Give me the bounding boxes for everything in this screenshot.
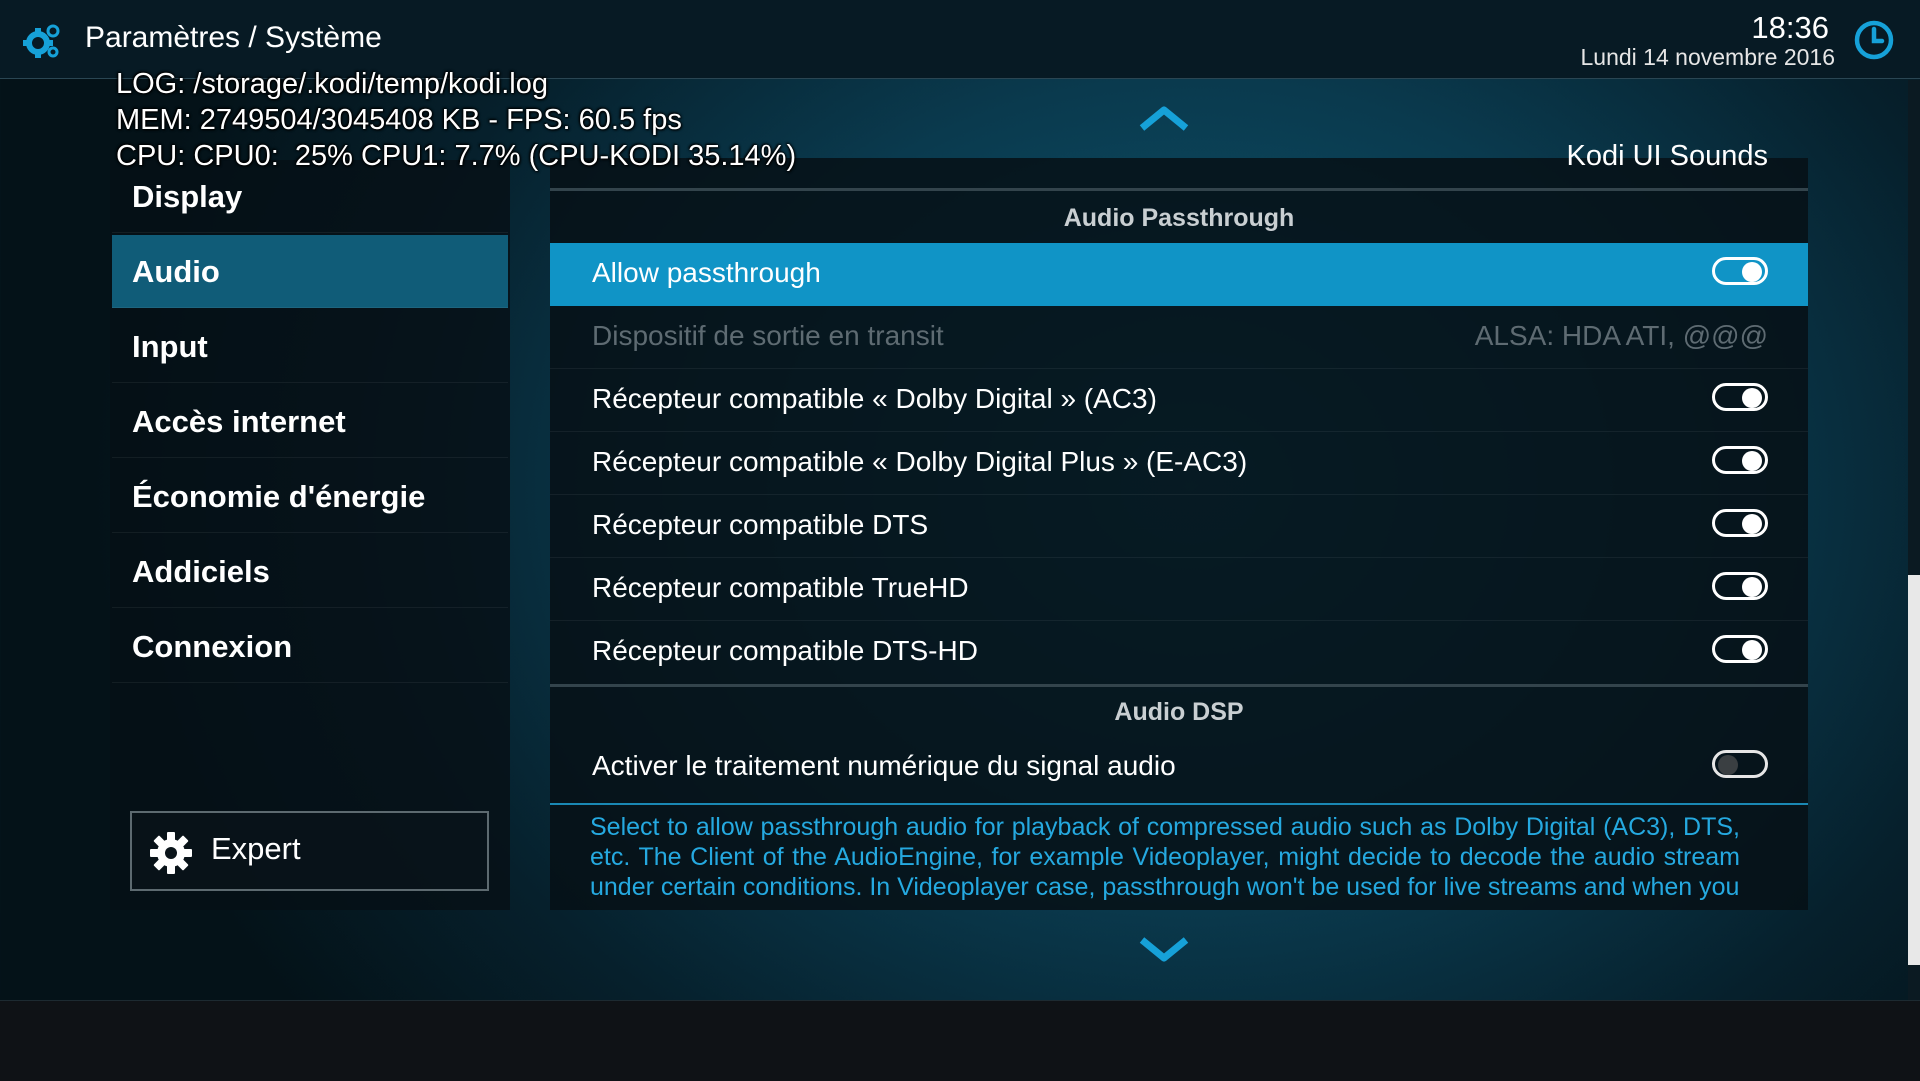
toggle-switch[interactable] (1712, 446, 1768, 474)
sidebar-item-input[interactable]: Input (112, 310, 508, 383)
toggle-switch[interactable] (1712, 635, 1768, 663)
sidebar-item-addons[interactable]: Addiciels (112, 535, 508, 608)
page-title: Paramètres / Système (85, 21, 382, 54)
sidebar-item-internet[interactable]: Accès internet (112, 385, 508, 458)
scrollbar-thumb[interactable] (1908, 575, 1920, 965)
toggle-switch[interactable] (1712, 509, 1768, 537)
setting-label: Dispositif de sortie en transit (592, 320, 944, 351)
setting-dolby-digital-plus[interactable]: Récepteur compatible « Dolby Digital Plu… (550, 432, 1808, 495)
clock-date: Lundi 14 novembre 2016 (1580, 44, 1835, 70)
section-header-audio-passthrough: Audio Passthrough (1063, 204, 1295, 232)
chevron-down-icon[interactable] (1138, 936, 1190, 964)
sidebar-item-label: Accès internet (132, 404, 346, 439)
setting-label: Récepteur compatible DTS (592, 509, 929, 540)
sidebar-item-power-saving[interactable]: Économie d'énergie (112, 460, 508, 533)
bottom-bar (0, 1000, 1920, 1081)
toggle-switch[interactable] (1712, 750, 1768, 778)
sidebar-item-label: Input (132, 329, 208, 364)
setting-label: Allow passthrough (592, 257, 821, 288)
setting-label: Activer le traitement numérique du signa… (592, 750, 1176, 781)
toggle-knob (1742, 451, 1762, 471)
setting-allow-passthrough[interactable]: Allow passthrough (550, 243, 1808, 306)
scrollbar[interactable] (1908, 80, 1920, 1000)
setting-truehd[interactable]: Récepteur compatible TrueHD (550, 558, 1808, 621)
clock-icon (1854, 20, 1894, 60)
toggle-knob (1742, 514, 1762, 534)
toggle-knob (1742, 640, 1762, 660)
sidebar-item-logging[interactable]: Connexion (112, 610, 508, 683)
debug-overlay: LOG: /storage/.kodi/temp/kodi.log MEM: 27… (116, 66, 796, 174)
setting-description: Select to allow passthrough audio for pl… (590, 813, 1740, 901)
sidebar-item-label: Connexion (132, 629, 293, 664)
toggle-knob (1718, 755, 1738, 775)
settings-panel: Kodi UI Sounds Audio Passthrough Allow p… (550, 140, 1808, 910)
toggle-switch[interactable] (1712, 383, 1768, 411)
debug-mem-line: MEM: 2749504/3045408 KB - FPS: 60.5 fps (116, 104, 682, 136)
debug-cpu-line: CPU: CPU0: 25% CPU1: 7.7% (CPU-KODI 35.1… (116, 140, 797, 172)
setting-label: Récepteur compatible DTS-HD (592, 635, 978, 666)
setting-passthrough-device: Dispositif de sortie en transit ALSA: HD… (550, 306, 1808, 369)
setting-audio-dsp[interactable]: Activer le traitement numérique du signa… (550, 736, 1808, 799)
sidebar-item-label: Audio (132, 254, 220, 289)
setting-label: Récepteur compatible « Dolby Digital Plu… (592, 446, 1248, 477)
debug-log-line: LOG: /storage/.kodi/temp/kodi.log (116, 68, 548, 100)
sidebar-item-label: Économie d'énergie (132, 479, 426, 514)
setting-dolby-digital[interactable]: Récepteur compatible « Dolby Digital » (… (550, 369, 1808, 432)
clock-time: 18:36 (1751, 10, 1829, 45)
divider (550, 684, 1808, 687)
sidebar-item-audio[interactable]: Audio (112, 235, 508, 308)
setting-dts[interactable]: Récepteur compatible DTS (550, 495, 1808, 558)
toggle-switch[interactable] (1712, 572, 1768, 600)
divider (550, 803, 1808, 805)
setting-label: Récepteur compatible « Dolby Digital » (… (592, 383, 1157, 414)
setting-dts-hd[interactable]: Récepteur compatible DTS-HD (550, 621, 1808, 684)
toggle-knob (1742, 388, 1762, 408)
settings-cog-icon (23, 24, 60, 58)
setting-label: Récepteur compatible TrueHD (592, 572, 969, 603)
chevron-up-icon[interactable] (1138, 104, 1190, 132)
toggle-knob (1742, 577, 1762, 597)
toggle-knob (1742, 262, 1762, 282)
category-sidebar: Display Audio Input Accès internet Écono… (110, 160, 510, 910)
section-header-audio-dsp: Audio DSP (1114, 698, 1244, 726)
sidebar-item-label: Addiciels (132, 554, 270, 589)
gear-icon (150, 832, 192, 874)
sidebar-item-label: Display (132, 179, 243, 214)
partial-setting-label: Kodi UI Sounds (1566, 140, 1768, 172)
divider (550, 188, 1808, 191)
settings-level-label: Expert (211, 831, 301, 866)
setting-value: ALSA: HDA ATI, @@@ (1474, 320, 1768, 351)
toggle-switch[interactable] (1712, 257, 1768, 285)
settings-level-button[interactable]: Expert (130, 811, 489, 891)
